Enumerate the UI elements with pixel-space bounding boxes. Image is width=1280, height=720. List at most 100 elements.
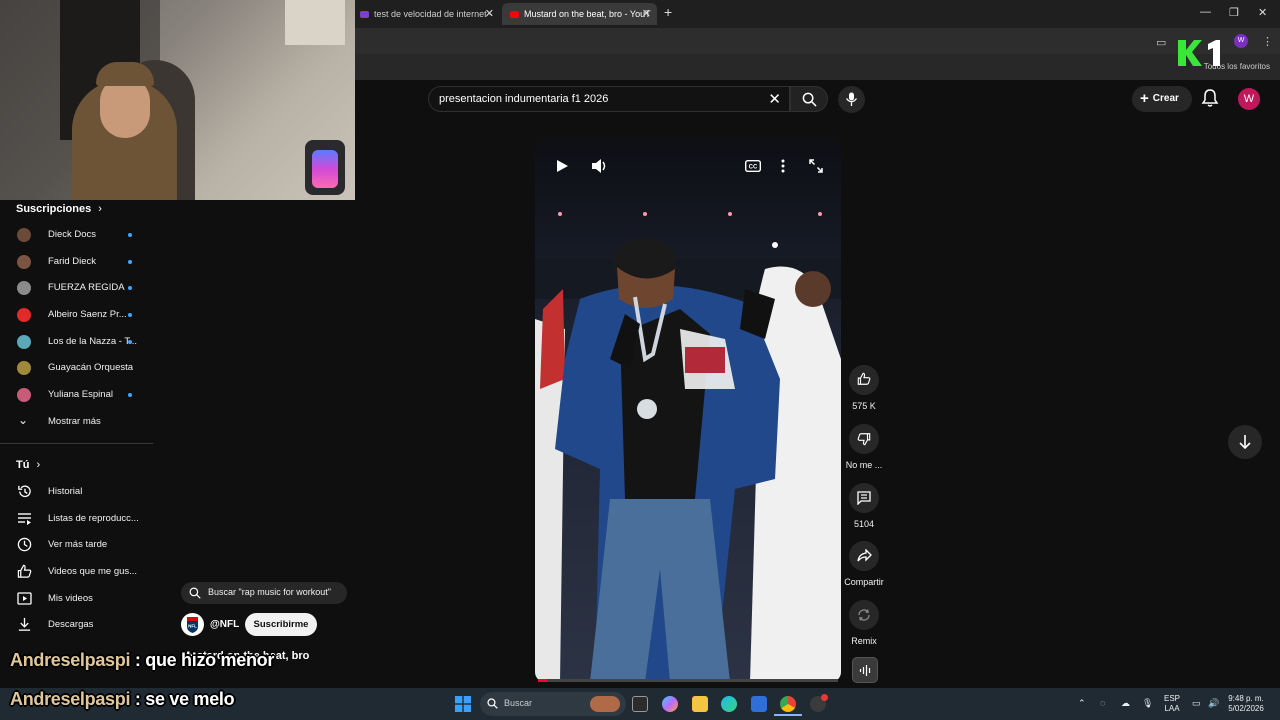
search-query: presentacion indumentaria f1 2026 <box>439 93 609 105</box>
show-more-label: Mostrar más <box>48 416 101 427</box>
sidebar-item-dieck-docs[interactable]: Dieck Docs <box>0 222 150 248</box>
captions-icon[interactable]: CC <box>745 160 761 172</box>
audio-waveform-icon <box>859 665 871 676</box>
account-avatar[interactable]: W <box>1238 88 1260 110</box>
sidebar-item-my-videos[interactable]: Mis videos <box>0 586 150 612</box>
more-options-icon[interactable] <box>781 159 785 173</box>
tab-label: Mustard on the beat, bro - YouT <box>524 9 651 19</box>
cloud-icon[interactable]: ☁ <box>1121 698 1130 708</box>
new-content-dot <box>128 340 132 344</box>
like-count: 575 K <box>852 401 876 411</box>
sidebar-item-downloads[interactable]: Descargas <box>0 612 150 638</box>
history-icon <box>18 485 31 498</box>
tab-speed-test[interactable]: test de velocidad de internet - ✕ <box>352 3 500 25</box>
webcam-overlay <box>0 0 355 200</box>
clear-search-icon[interactable]: ✕ <box>768 90 781 108</box>
play-icon[interactable] <box>556 159 569 173</box>
chrome-icon[interactable] <box>780 696 796 712</box>
taskbar-search-input[interactable]: Buscar <box>480 692 626 716</box>
windows-start-icon[interactable] <box>455 696 471 717</box>
edge-icon[interactable] <box>721 696 737 712</box>
channel-avatar <box>17 228 31 242</box>
fullscreen-icon[interactable] <box>809 159 823 173</box>
system-clock[interactable]: 9:48 p. m. 5/02/2026 <box>1222 694 1270 714</box>
shorts-video-player[interactable]: CC <box>535 139 841 682</box>
search-suggestion-chip[interactable]: Buscar "rap music for workout" <box>181 582 347 604</box>
channel-handle[interactable]: @NFL <box>210 619 239 630</box>
voice-search-button[interactable] <box>838 86 865 113</box>
show-more-button[interactable]: ⌄ Mostrar más <box>0 409 150 435</box>
create-button[interactable]: + Crear <box>1132 86 1192 112</box>
downloads-icon <box>18 617 31 631</box>
sidebar-item-watch-later[interactable]: Ver más tarde <box>0 532 150 558</box>
close-window-icon[interactable]: ✕ <box>1258 6 1267 19</box>
sidebar-item-farid-dieck[interactable]: Farid Dieck <box>0 249 150 275</box>
maximize-icon[interactable]: ❐ <box>1229 6 1239 19</box>
video-frame <box>535 139 841 682</box>
store-icon[interactable] <box>751 696 767 712</box>
task-view-icon[interactable] <box>632 696 648 712</box>
sidebar-item-guayacan-orquesta[interactable]: Guayacán Orquesta <box>0 355 150 381</box>
search-input[interactable]: presentacion indumentaria f1 2026 ✕ <box>428 86 790 112</box>
video-progress-bar[interactable] <box>538 679 838 682</box>
chevron-right-icon: › <box>98 203 102 215</box>
microphone-tray-icon[interactable]: 🎙 <box>1142 698 1153 708</box>
cast-icon[interactable]: ▭ <box>1156 36 1166 49</box>
remix-button[interactable]: Remix <box>834 600 894 646</box>
profile-avatar[interactable]: W <box>1234 34 1248 48</box>
sidebar-item-history[interactable]: Historial <box>0 479 150 505</box>
sidebar-item-los-de-la-nazza[interactable]: Los de la Nazza - T... <box>0 329 150 355</box>
channel-avatar <box>17 388 31 402</box>
next-video-button[interactable] <box>1228 425 1262 459</box>
file-explorer-icon[interactable] <box>692 696 708 712</box>
volume-tray-icon[interactable]: 🔊 <box>1208 698 1219 708</box>
chat-text: que hizo menor <box>145 650 275 670</box>
search-icon <box>802 92 817 107</box>
nfl-logo[interactable]: NFL <box>181 613 204 636</box>
sidebar-item-liked-videos[interactable]: Videos que me gus... <box>0 559 150 585</box>
subscriptions-heading[interactable]: Suscripciones › <box>16 203 102 215</box>
tab-youtube[interactable]: Mustard on the beat, bro - YouT ✕ <box>502 3 657 25</box>
copilot-icon[interactable] <box>662 696 678 712</box>
comment-count: 5104 <box>853 519 875 529</box>
chevron-up-icon[interactable]: ⌃ <box>1078 698 1086 708</box>
subscribe-button[interactable]: Suscribirme <box>245 613 317 636</box>
sound-button[interactable] <box>852 657 878 683</box>
minimize-icon[interactable]: — <box>1200 6 1211 18</box>
like-button[interactable]: 575 K <box>834 365 894 411</box>
volume-icon[interactable] <box>591 158 608 174</box>
sidebar-item-label: Descargas <box>48 619 94 630</box>
new-tab-button[interactable]: + <box>664 4 672 20</box>
security-icon[interactable]: ◌ <box>1100 698 1105 708</box>
sidebar-item-label: Los de la Nazza - T... <box>48 336 138 347</box>
search-icon <box>189 587 201 599</box>
share-icon <box>849 541 879 571</box>
sidebar-item-playlists[interactable]: Listas de reproducc... <box>0 506 150 532</box>
search-button[interactable] <box>790 86 828 112</box>
create-label: Crear <box>1152 93 1179 104</box>
you-heading[interactable]: Tú › <box>16 459 40 471</box>
clock-date: 5/02/2026 <box>1228 704 1264 713</box>
browser-menu-icon[interactable]: ⋮ <box>1262 35 1273 48</box>
sidebar-item-label: Mis videos <box>48 593 93 604</box>
channel-avatar <box>17 335 31 349</box>
new-content-dot <box>128 233 132 237</box>
language-indicator[interactable]: ESP LAA <box>1160 694 1184 714</box>
close-tab-icon[interactable]: ✕ <box>485 3 494 25</box>
share-button[interactable]: Compartir <box>834 541 894 587</box>
language-code: ESP <box>1163 694 1180 703</box>
channel-avatar <box>17 281 31 295</box>
sidebar-item-albeiro-saenz[interactable]: Albeiro Saenz Pr... <box>0 302 150 328</box>
like-icon <box>849 365 879 395</box>
liked-icon <box>17 564 32 578</box>
network-icon[interactable]: ▭ <box>1192 698 1201 708</box>
dislike-button[interactable]: No me ... <box>834 424 894 470</box>
notifications-bell-icon[interactable] <box>1201 88 1219 113</box>
close-tab-icon[interactable]: ✕ <box>642 3 651 25</box>
sidebar-item-yuliana-espinal[interactable]: Yuliana Espinal <box>0 382 150 408</box>
my-videos-icon <box>17 592 32 605</box>
comments-button[interactable]: 5104 <box>834 483 894 529</box>
clock-time: 9:48 p. m. <box>1228 694 1264 703</box>
sidebar-item-fuerza-regida[interactable]: FUERZA REGIDA <box>0 275 150 301</box>
sidebar-item-label: Dieck Docs <box>48 229 97 240</box>
